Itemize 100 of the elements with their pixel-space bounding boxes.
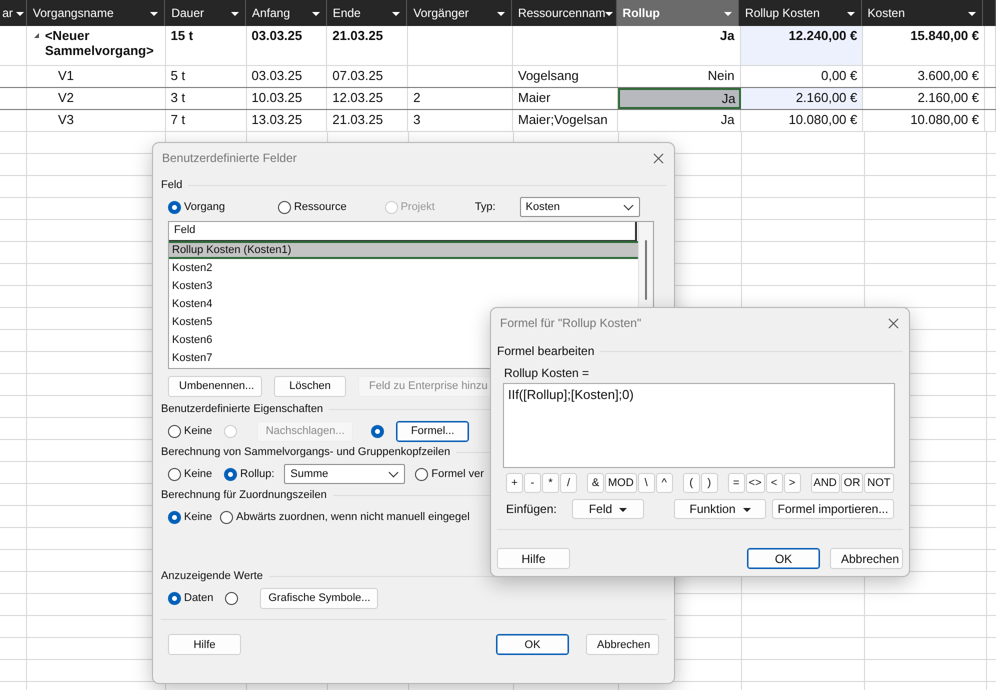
table-cell: 10.03.25 (252, 90, 302, 105)
radio-button[interactable]: Formel ver (415, 468, 484, 480)
expand-icon[interactable] (34, 33, 39, 38)
operator-button[interactable]: ^ (656, 473, 673, 493)
column-header[interactable]: Dauer (165, 0, 246, 26)
table-cell: Ja (618, 110, 741, 131)
table-cell: 03.03.25 (252, 28, 302, 43)
section-label: Berechnung von Sammelvorgangs- und Gruppenkopfzeilen (161, 446, 450, 458)
operator-button[interactable]: OR (840, 473, 864, 493)
operator-button[interactable]: NOT (864, 473, 894, 493)
table-cell: 21.03.25 (332, 28, 383, 43)
table-cell: 3 t (170, 90, 186, 105)
caret-icon (619, 508, 628, 512)
table-cell: 21.03.25 (332, 112, 383, 127)
operator-button[interactable]: ( (682, 473, 700, 493)
list-item[interactable]: Kosten3 (169, 277, 638, 295)
caret-icon (742, 508, 751, 512)
column-header[interactable]: Vorgangsname (26, 0, 166, 26)
table-cell: 07.03.25 (332, 68, 383, 83)
table-cell: 10.080,00 € (910, 112, 980, 127)
table-cell: V3 (58, 112, 74, 127)
table-cell: 3.600,00 € (918, 68, 980, 83)
button[interactable]: Löschen (274, 376, 346, 396)
button[interactable]: OK (496, 634, 569, 655)
operator-button[interactable]: \ (638, 473, 655, 493)
operator-button[interactable]: = (728, 473, 745, 493)
list-item[interactable]: Kosten2 (169, 259, 638, 277)
button[interactable]: Abbrechen (586, 634, 659, 655)
section-label: Benutzerdefinierte Eigenschaften (161, 403, 324, 415)
operator-button[interactable]: ) (700, 473, 718, 493)
column-header[interactable]: Anfang (246, 0, 327, 26)
radio-button[interactable]: Abwärts zuordnen, wenn nicht manuell eingegel (220, 510, 470, 524)
table-cell: Maier;Vogelsan (518, 112, 608, 127)
button[interactable]: Feld (572, 499, 644, 519)
button[interactable]: Formel... (396, 420, 470, 442)
table-cell: 03.03.25 (252, 68, 302, 83)
table-cell: 3 (413, 112, 420, 127)
table-cell: Ja (618, 88, 741, 109)
table-cell: 12.03.25 (332, 90, 383, 105)
column-header[interactable]: Rollup (616, 0, 740, 26)
list-item[interactable]: Rollup Kosten (Kosten1) (169, 241, 638, 259)
close-icon[interactable] (888, 318, 899, 328)
operator-button[interactable]: - (524, 473, 541, 493)
operator-button[interactable]: & (587, 473, 604, 493)
section-label: Feld (161, 179, 182, 191)
field-label: Einfügen: (506, 502, 558, 516)
section-label: Berechnung für Zuordnungszeilen (161, 489, 327, 501)
dialog-title: Benutzerdefinierte Felder (162, 151, 297, 165)
radio-button[interactable]: Keine (168, 424, 212, 438)
radio-button[interactable]: Keine (168, 468, 212, 480)
button[interactable]: Hilfe (497, 548, 570, 569)
radio-button[interactable]: Rollup: (224, 468, 274, 480)
operator-button[interactable]: + (506, 473, 523, 493)
table-row[interactable]: V2 3 t 10.03.25 12.03.25 2 Maier Ja 2.160,00 € 2.160,00 € (0, 87, 996, 110)
operator-button[interactable]: * (542, 473, 559, 493)
button[interactable]: Funktion (674, 499, 766, 519)
formula-field[interactable]: IIf([Rollup];[Kosten];0) (503, 383, 895, 468)
column-header[interactable]: ar (0, 0, 27, 26)
type-dropdown[interactable]: Kosten (520, 197, 640, 217)
rollup-dropdown[interactable]: Summe (284, 464, 406, 484)
section-label: Formel bearbeiten (497, 344, 594, 358)
radio-button[interactable]: Vorgang (168, 200, 225, 214)
list-item[interactable]: Kosten4 (169, 295, 638, 313)
operator-button[interactable]: MOD (605, 473, 637, 493)
operator-button[interactable]: > (784, 473, 801, 493)
column-header[interactable]: Ende (326, 0, 408, 26)
table-cell: 2 (413, 90, 420, 105)
button[interactable]: Umbenennen... (168, 376, 262, 396)
dialog-title: Formel für "Rollup Kosten" (500, 316, 642, 330)
radio-button[interactable]: Keine (168, 510, 212, 524)
column-header[interactable]: Kosten (862, 0, 984, 26)
button[interactable]: Hilfe (168, 634, 241, 655)
table-cell: 2.160,00 € (740, 88, 864, 109)
table-cell-text: <Neuer Sammelvorgang> (44, 28, 155, 58)
section-label: Anzuzeigende Werte (161, 570, 263, 582)
table-cell: Vogelsang (518, 68, 579, 83)
button[interactable]: OK (747, 548, 820, 569)
button[interactable]: Grafische Symbole... (260, 588, 378, 608)
table-cell: 10.080,00 € (740, 110, 864, 131)
table-cell: 2.160,00 € (918, 90, 980, 105)
table-cell: 12.240,00 € (740, 26, 864, 65)
radio-button[interactable]: Daten (168, 592, 214, 604)
close-icon[interactable] (653, 152, 664, 164)
operator-button[interactable]: < (766, 473, 783, 493)
column-header[interactable]: Vorgänger (407, 0, 512, 26)
radio-button[interactable] (371, 424, 384, 438)
table-cell: 0,00 € (740, 66, 864, 87)
button[interactable]: Abbrechen (830, 548, 903, 569)
table-cell: Maier (518, 90, 550, 105)
table-cell: V2 (58, 90, 74, 105)
table-cell: 13.03.25 (252, 112, 302, 127)
radio-button[interactable]: Ressource (278, 200, 347, 214)
operator-button[interactable]: AND (810, 473, 840, 493)
button[interactable]: Formel importieren... (772, 499, 894, 519)
operator-button[interactable]: / (560, 473, 577, 493)
radio-button[interactable] (225, 592, 238, 604)
table-row[interactable]: <Neuer Sammelvorgang> 15 t 03.03.25 21.03.25 Ja 12.240,00 € 15.840,00 € (0, 26, 996, 66)
table-cell: 15 t (170, 28, 194, 43)
table-cell: V1 (58, 68, 74, 83)
operator-button[interactable]: <> (746, 473, 765, 493)
